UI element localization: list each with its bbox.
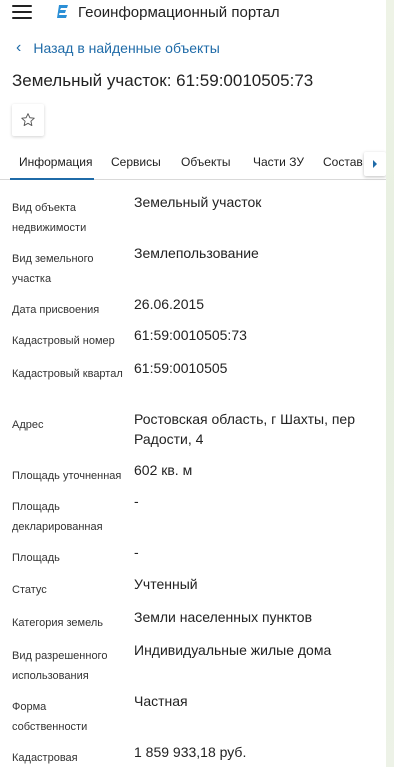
chevron-left-icon: ‹ bbox=[16, 39, 22, 56]
active-tab-indicator bbox=[10, 178, 94, 180]
tab-bar: Информация Сервисы Объекты Части ЗУ Сост… bbox=[0, 146, 386, 180]
field-label: Статус bbox=[12, 584, 47, 596]
tab-composition[interactable]: Состав bbox=[323, 146, 363, 169]
hamburger-icon[interactable] bbox=[12, 5, 32, 19]
field-label: Категория земель bbox=[12, 617, 103, 629]
field-value: Учтенный bbox=[134, 576, 198, 592]
field-value: 61:59:0010505 bbox=[134, 360, 228, 376]
tab-parts[interactable]: Части ЗУ bbox=[253, 146, 304, 169]
field-value: Ростовская область, г Шахты, пер Радости… bbox=[134, 411, 355, 447]
tabs-next-button[interactable] bbox=[364, 152, 386, 176]
field-label: Вид объекта недвижимости bbox=[12, 202, 87, 234]
star-icon bbox=[21, 113, 35, 126]
field-label: Площадь bbox=[12, 552, 60, 564]
tab-objects[interactable]: Объекты bbox=[181, 146, 231, 169]
favorite-button[interactable] bbox=[12, 104, 44, 136]
field-label: Кадастровый номер bbox=[12, 335, 115, 347]
field-label: Вид земельного участка bbox=[12, 253, 94, 285]
page-title: Земельный участок: 61:59:0010505:73 bbox=[12, 71, 314, 90]
field-label: Кадастровая bbox=[12, 752, 78, 764]
top-bar: Геоинформационный портал bbox=[0, 0, 386, 24]
portal-logo-icon bbox=[57, 5, 68, 18]
field-value: - bbox=[134, 493, 139, 509]
field-label: Кадастровый квартал bbox=[12, 368, 123, 380]
tab-information[interactable]: Информация bbox=[19, 146, 92, 169]
field-label: Адрес bbox=[12, 419, 44, 431]
field-label: Вид разрешенного использования bbox=[12, 650, 108, 682]
field-value: Земельный участок bbox=[134, 194, 262, 210]
chevron-right-icon bbox=[373, 160, 377, 168]
field-value: 61:59:0010505:73 bbox=[134, 327, 247, 343]
field-value: 26.06.2015 bbox=[134, 296, 205, 312]
field-value: Частная bbox=[134, 693, 188, 709]
field-value: - bbox=[134, 544, 139, 560]
field-value: Землепользование bbox=[134, 245, 259, 261]
tab-services[interactable]: Сервисы bbox=[111, 146, 161, 169]
app-title: Геоинформационный портал bbox=[78, 3, 280, 21]
field-value: 1 859 933,18 руб. bbox=[134, 744, 247, 760]
field-label: Площадь уточненная bbox=[12, 470, 122, 482]
back-to-results-link[interactable]: ‹ Назад в найденные объекты bbox=[16, 39, 220, 57]
field-value: 602 кв. м bbox=[134, 462, 193, 478]
field-label: Форма собственности bbox=[12, 701, 88, 733]
field-label: Дата присвоения bbox=[12, 304, 100, 316]
info-panel: Геоинформационный портал ‹ Назад в найде… bbox=[0, 0, 386, 767]
field-label: Площадь декларированная bbox=[12, 501, 103, 533]
field-value: Земли населенных пунктов bbox=[134, 609, 313, 625]
back-label: Назад в найденные объекты bbox=[33, 40, 220, 56]
field-value: Индивидуальные жилые дома bbox=[134, 642, 332, 658]
